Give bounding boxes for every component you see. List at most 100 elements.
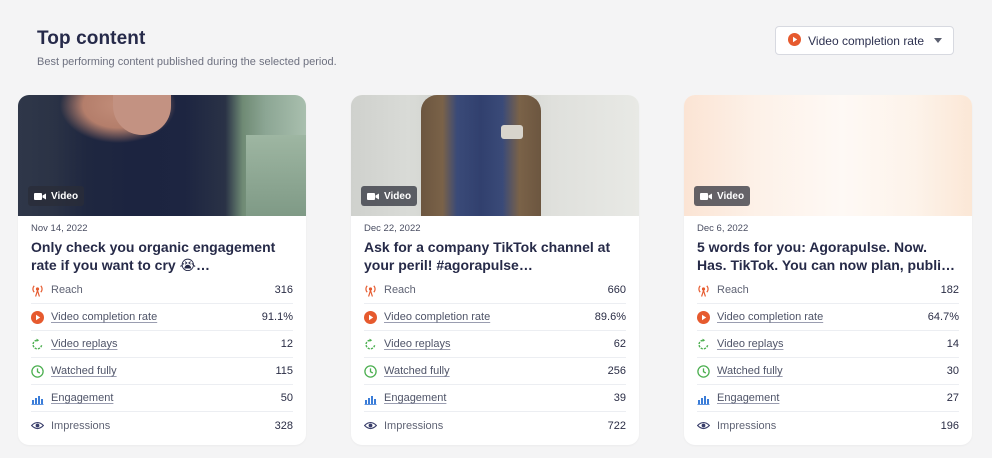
metric-row: Reach 182	[697, 277, 959, 304]
metric-row: Engagement 39	[364, 385, 626, 412]
metric-label[interactable]: Video replays	[384, 338, 614, 350]
content-card[interactable]: Video Dec 6, 2022 5 words for you: Agora…	[684, 95, 972, 445]
reach-icon	[31, 284, 44, 297]
play-circle-icon	[364, 310, 377, 324]
metric-value: 89.6%	[594, 311, 626, 323]
metric-row: Video replays 14	[697, 331, 959, 358]
metric-label[interactable]: Video replays	[51, 338, 281, 350]
top-content-cards: Video Nov 14, 2022 Only check you organi…	[18, 95, 972, 445]
metric-label[interactable]: Engagement	[51, 392, 281, 404]
metric-row: Engagement 50	[31, 385, 293, 412]
metric-label[interactable]: Video completion rate	[717, 311, 928, 323]
post-date: Dec 22, 2022	[364, 223, 421, 234]
metric-value: 182	[940, 284, 959, 296]
replay-icon	[697, 338, 710, 351]
metric-label: Reach	[384, 284, 416, 296]
metric-label[interactable]: Watched fully	[51, 365, 275, 377]
video-thumbnail[interactable]: Video	[18, 95, 306, 216]
clock-icon	[697, 364, 710, 378]
metric-value: 316	[274, 284, 293, 296]
metrics-list: Reach 182 Video completion rate 64.7% Video …	[697, 277, 959, 439]
video-camera-icon	[367, 192, 379, 201]
metric-value: 64.7%	[927, 311, 959, 323]
content-card[interactable]: Video Dec 22, 2022 Ask for a company Tik…	[351, 95, 639, 445]
badge-label: Video	[384, 190, 412, 202]
metric-row: Video completion rate 91.1%	[31, 304, 293, 331]
section-title: Top content	[37, 28, 146, 49]
metric-value: 30	[946, 365, 959, 377]
metric-value: 722	[607, 419, 626, 432]
metric-select-dropdown[interactable]: Video completion rate	[775, 26, 954, 55]
metric-value: 14	[946, 338, 959, 350]
metric-label[interactable]: Engagement	[384, 392, 614, 404]
reach-icon	[364, 284, 377, 297]
post-title: Only check you organic engagement rate i…	[31, 239, 276, 273]
play-circle-icon	[788, 32, 802, 49]
eye-icon	[697, 419, 710, 432]
metric-row: Watched fully 115	[31, 358, 293, 385]
metric-value: 62	[613, 338, 626, 350]
metric-label[interactable]: Watched fully	[384, 365, 608, 377]
video-camera-icon	[34, 192, 46, 201]
metric-value: 39	[613, 392, 626, 404]
metric-row: Impressions 196	[697, 412, 959, 439]
post-date: Dec 6, 2022	[697, 223, 749, 234]
metric-value: 50	[280, 392, 293, 404]
play-circle-icon	[31, 310, 44, 324]
metrics-list: Reach 316 Video completion rate 91.1% Video …	[31, 277, 293, 439]
metric-label: Impressions	[717, 419, 777, 432]
metric-value: 256	[607, 365, 626, 377]
metric-row: Impressions 722	[364, 412, 626, 439]
metric-row: Reach 660	[364, 277, 626, 304]
metric-value: 91.1%	[261, 311, 293, 323]
metric-select-label: Video completion rate	[808, 33, 924, 48]
metric-label[interactable]: Engagement	[717, 392, 947, 404]
bar-chart-icon	[697, 392, 710, 405]
video-badge: Video	[694, 186, 751, 206]
eye-icon	[364, 419, 377, 432]
play-circle-icon	[697, 310, 710, 324]
metric-label[interactable]: Video completion rate	[384, 311, 595, 323]
metric-label: Impressions	[51, 419, 111, 432]
metric-row: Video replays 12	[31, 331, 293, 358]
video-thumbnail[interactable]: Video	[684, 95, 972, 216]
video-badge: Video	[361, 186, 418, 206]
video-thumbnail[interactable]: Video	[351, 95, 639, 216]
metric-row: Impressions 328	[31, 412, 293, 439]
replay-icon	[364, 338, 377, 351]
bar-chart-icon	[31, 392, 44, 405]
clock-icon	[31, 364, 44, 378]
post-title: 5 words for you: Agorapulse. Now. Has. T…	[697, 239, 955, 273]
section-header: Top content Best performing content publ…	[37, 28, 337, 68]
badge-label: Video	[717, 190, 745, 202]
bar-chart-icon	[364, 392, 377, 405]
metric-row: Video replays 62	[364, 331, 626, 358]
video-badge: Video	[28, 186, 85, 206]
metric-value: 328	[274, 419, 293, 432]
video-camera-icon	[700, 192, 712, 201]
metric-label: Reach	[51, 284, 83, 296]
metric-label: Reach	[717, 284, 749, 296]
post-date: Nov 14, 2022	[31, 223, 88, 234]
metric-value: 27	[946, 392, 959, 404]
post-title: Ask for a company TikTok channel at your…	[364, 239, 611, 273]
metrics-list: Reach 660 Video completion rate 89.6% Video …	[364, 277, 626, 439]
clock-icon	[364, 364, 377, 378]
replay-icon	[31, 338, 44, 351]
metric-row: Watched fully 30	[697, 358, 959, 385]
metric-value: 115	[275, 365, 293, 377]
section-subtitle: Best performing content published during…	[37, 56, 337, 68]
metric-label[interactable]: Watched fully	[717, 365, 947, 377]
metric-value: 12	[280, 338, 293, 350]
metric-row: Reach 316	[31, 277, 293, 304]
chevron-down-icon	[934, 38, 942, 43]
metric-row: Engagement 27	[697, 385, 959, 412]
metric-value: 660	[607, 284, 626, 296]
content-card[interactable]: Video Nov 14, 2022 Only check you organi…	[18, 95, 306, 445]
metric-label[interactable]: Video replays	[717, 338, 947, 350]
metric-label: Impressions	[384, 419, 444, 432]
metric-label[interactable]: Video completion rate	[51, 311, 262, 323]
reach-icon	[697, 284, 710, 297]
metric-row: Watched fully 256	[364, 358, 626, 385]
badge-label: Video	[51, 190, 79, 202]
